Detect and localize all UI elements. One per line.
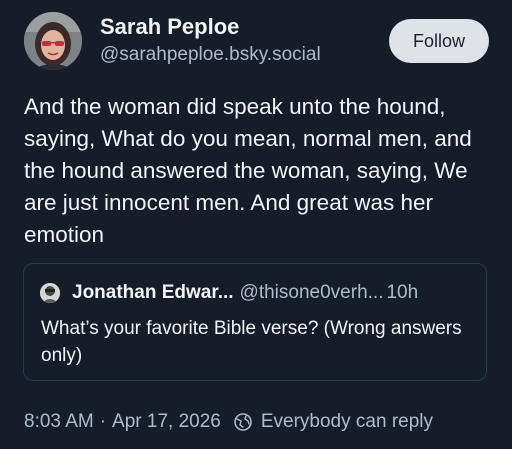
follow-button[interactable]: Follow [389, 19, 489, 63]
quote-author-avatar[interactable] [40, 283, 60, 303]
quote-author-handle[interactable]: @thisone0verh... [240, 282, 384, 303]
reply-setting[interactable]: Everybody can reply [261, 411, 433, 433]
quote-timestamp: 10h [386, 282, 419, 303]
post-date: Apr 17, 2026 [112, 411, 221, 432]
quote-author-name[interactable]: Jonathan Edwar... [72, 282, 234, 303]
post-text: And the woman did speak unto the hound, … [24, 94, 472, 247]
meta-separator: · [99, 411, 107, 432]
post-card: Sarah Peploe @sarahpeploe.bsky.social Fo… [0, 0, 512, 449]
quote-text: What’s your favorite Bible verse? (Wrong… [41, 318, 462, 366]
post-meta: 8:03 AM · Apr 17, 2026 Everybody can rep… [24, 411, 433, 433]
quote-header: Jonathan Edwar... @thisone0verh... 10h [72, 282, 418, 304]
quoted-post[interactable]: Jonathan Edwar... @thisone0verh... 10h Wha… [23, 263, 487, 381]
author-handle[interactable]: @sarahpeploe.bsky.social [100, 44, 321, 66]
author-avatar[interactable] [24, 12, 82, 70]
globe-icon [233, 412, 253, 432]
author-display-name[interactable]: Sarah Peploe [100, 14, 239, 40]
post-time: 8:03 AM [24, 411, 94, 432]
